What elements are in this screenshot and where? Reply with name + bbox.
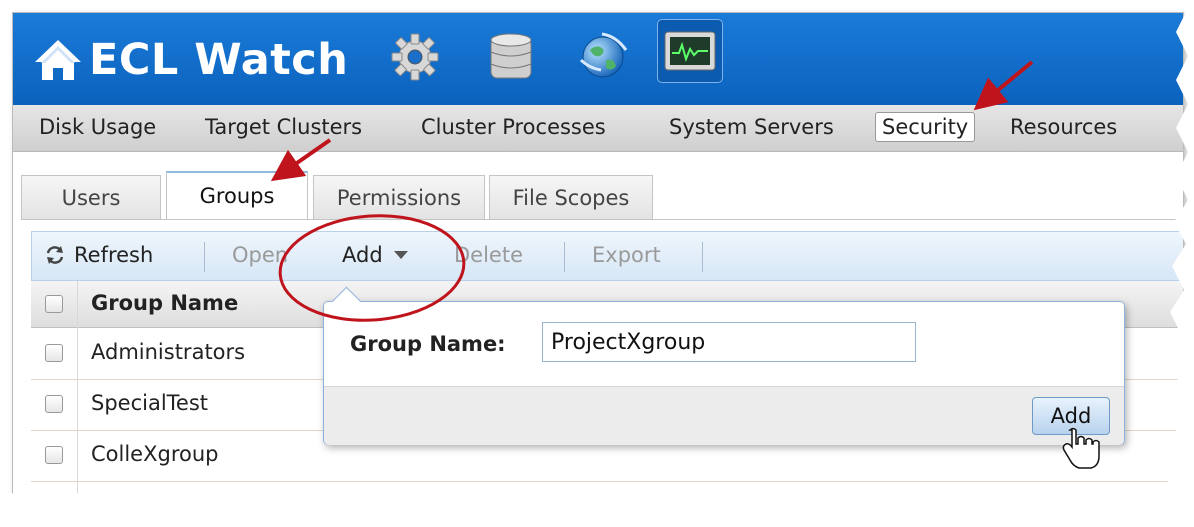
- dialog-footer: Add: [324, 386, 1124, 445]
- tab-file-scopes[interactable]: File Scopes: [489, 175, 653, 219]
- group-name-input[interactable]: [542, 322, 916, 362]
- delete-button[interactable]: Delete: [454, 243, 523, 267]
- nav-system-servers[interactable]: System Servers: [669, 115, 834, 139]
- nav-security[interactable]: Security: [875, 112, 976, 142]
- refresh-label: Refresh: [74, 243, 154, 267]
- export-button[interactable]: Export: [592, 243, 661, 267]
- row-checkbox[interactable]: [45, 344, 63, 362]
- refresh-button[interactable]: Refresh: [44, 243, 153, 267]
- toolbar-separator: [564, 242, 565, 272]
- monitor-button[interactable]: [657, 19, 723, 83]
- gear-icon: [391, 33, 439, 81]
- add-group-dialog: Group Name: Add: [323, 286, 1125, 445]
- globe-icon: [579, 32, 628, 78]
- nav-resources[interactable]: Resources: [1010, 115, 1117, 139]
- group-name-label: Group Name:: [350, 332, 506, 356]
- tab-groups[interactable]: Groups: [166, 171, 308, 219]
- nav-disk-usage[interactable]: Disk Usage: [39, 115, 156, 139]
- globe-button[interactable]: [573, 27, 633, 87]
- toolbar-separator: [702, 242, 703, 272]
- tab-permissions[interactable]: Permissions: [313, 175, 485, 219]
- group-name-cell: Administrators: [91, 340, 246, 364]
- add-button[interactable]: Add: [342, 243, 409, 267]
- groups-toolbar: Refresh Open Add Delete Export: [31, 231, 1183, 281]
- add-label: Add: [342, 243, 383, 267]
- column-divider: [77, 281, 78, 516]
- tab-divider: [21, 219, 1183, 220]
- database-button[interactable]: [481, 27, 541, 87]
- group-name-cell: ColleXgroup: [91, 442, 219, 466]
- database-icon: [490, 33, 532, 79]
- row-checkbox[interactable]: [45, 446, 63, 464]
- ecl-watch-window: ECL Watch Disk Usage Target Clusters Clu…: [12, 12, 1184, 517]
- refresh-icon: [46, 246, 64, 264]
- app-header: ECL Watch: [13, 13, 1183, 105]
- gear-button[interactable]: [385, 27, 445, 87]
- tab-users[interactable]: Users: [21, 175, 161, 219]
- home-icon: [35, 40, 81, 80]
- nav-cluster-processes[interactable]: Cluster Processes: [421, 115, 606, 139]
- monitor-icon: [664, 31, 716, 71]
- column-header-group-name[interactable]: Group Name: [91, 291, 238, 315]
- app-title: ECL Watch: [89, 35, 349, 85]
- open-button[interactable]: Open: [232, 243, 288, 267]
- brand[interactable]: ECL Watch: [33, 35, 348, 85]
- select-all-checkbox[interactable]: [45, 295, 63, 313]
- add-group-submit-button[interactable]: Add: [1032, 397, 1110, 435]
- main-nav: Disk Usage Target Clusters Cluster Proce…: [13, 105, 1183, 152]
- chevron-down-icon: [393, 251, 408, 259]
- row-checkbox[interactable]: [45, 395, 63, 413]
- nav-target-clusters[interactable]: Target Clusters: [205, 115, 362, 139]
- toolbar-separator: [204, 242, 205, 272]
- group-name-cell: SpecialTest: [91, 391, 209, 415]
